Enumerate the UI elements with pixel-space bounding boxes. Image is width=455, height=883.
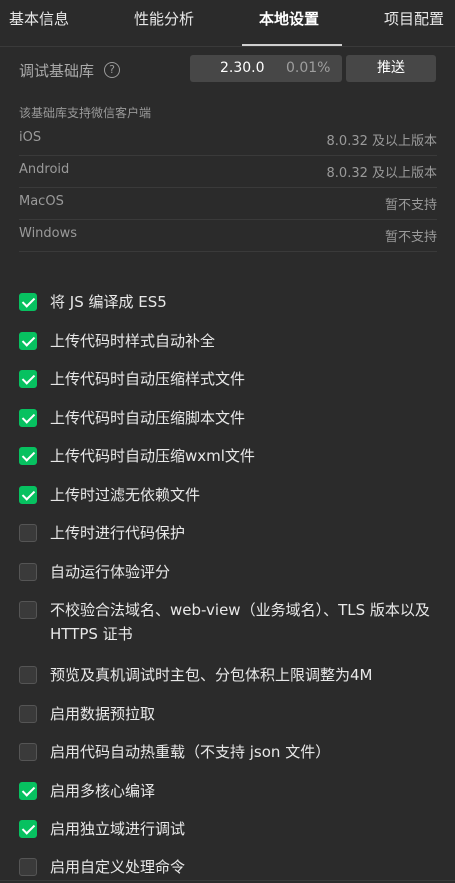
option-label: 启用自定义处理命令 [50, 858, 186, 876]
platform-version: 暂不支持 [384, 230, 437, 245]
checkbox[interactable] [19, 820, 37, 838]
platform-name: MacOS [19, 194, 64, 209]
platform-row-windows: Windows 暂不支持 [19, 220, 437, 252]
base-library-usage-percent: 0.01% [286, 60, 331, 76]
platform-version: 暂不支持 [384, 198, 437, 213]
checkbox[interactable] [19, 782, 37, 800]
debug-base-library-label: 调试基础库 [19, 62, 95, 80]
option-label: 上传时进行代码保护 [50, 524, 186, 542]
checkbox[interactable] [19, 705, 37, 723]
platform-version: 8.0.32 及以上版本 [326, 134, 437, 149]
checkbox[interactable] [19, 524, 37, 542]
bottom-divider [0, 880, 455, 881]
option-label: 将 JS 编译成 ES5 [50, 293, 167, 311]
question-circle-icon[interactable]: ? [104, 62, 120, 78]
option-label: 启用数据预拉取 [50, 705, 156, 723]
support-note: 该基础库支持微信客户端 [19, 106, 152, 120]
checkbox[interactable] [19, 293, 37, 311]
option-label: 上传代码时自动压缩样式文件 [50, 370, 246, 388]
push-button[interactable]: 推送 [346, 55, 436, 82]
option-label: 上传时过滤无依赖文件 [50, 486, 201, 504]
base-library-version-select[interactable]: 2.30.0 0.01% [190, 55, 342, 82]
tab-basic-info[interactable]: 基本信息 [9, 6, 69, 32]
checkbox[interactable] [19, 332, 37, 350]
platform-row-android: Android 8.0.32 及以上版本 [19, 156, 437, 188]
platform-row-macos: MacOS 暂不支持 [19, 188, 437, 220]
platform-name: Android [19, 162, 70, 177]
option-label: 上传代码时样式自动补全 [50, 332, 216, 350]
base-library-version: 2.30.0 [220, 60, 265, 76]
checkbox[interactable] [19, 666, 37, 684]
checkbox[interactable] [19, 601, 37, 619]
tab-local-settings[interactable]: 本地设置 [259, 6, 319, 32]
platform-name: iOS [19, 130, 42, 145]
option-label: 启用多核心编译 [50, 782, 156, 800]
checkbox[interactable] [19, 409, 37, 427]
tab-project-config[interactable]: 项目配置 [384, 6, 444, 32]
option-label: 预览及真机调试时主包、分包体积上限调整为4M [50, 666, 373, 684]
platform-row-ios: iOS 8.0.32 及以上版本 [19, 124, 437, 156]
checkbox[interactable] [19, 370, 37, 388]
option-label: 启用代码自动热重载（不支持 json 文件） [50, 743, 331, 761]
platform-version: 8.0.32 及以上版本 [326, 166, 437, 181]
checkbox[interactable] [19, 447, 37, 465]
checkbox[interactable] [19, 486, 37, 504]
option-label: 启用独立域进行调试 [50, 820, 186, 838]
checkbox[interactable] [19, 563, 37, 581]
settings-tab-bar: 基本信息 性能分析 本地设置 项目配置 [0, 0, 455, 47]
platform-name: Windows [19, 226, 78, 241]
checkbox[interactable] [19, 743, 37, 761]
tab-performance[interactable]: 性能分析 [134, 6, 194, 32]
option-label: 不校验合法域名、web-view（业务域名）、TLS 版本以及 HTTPS 证书 [50, 601, 430, 643]
active-tab-indicator [242, 44, 342, 46]
option-label: 上传代码时自动压缩脚本文件 [50, 409, 246, 427]
option-label: 自动运行体验评分 [50, 563, 171, 581]
option-label: 上传代码时自动压缩wxml文件 [50, 447, 255, 465]
checkbox[interactable] [19, 858, 37, 876]
